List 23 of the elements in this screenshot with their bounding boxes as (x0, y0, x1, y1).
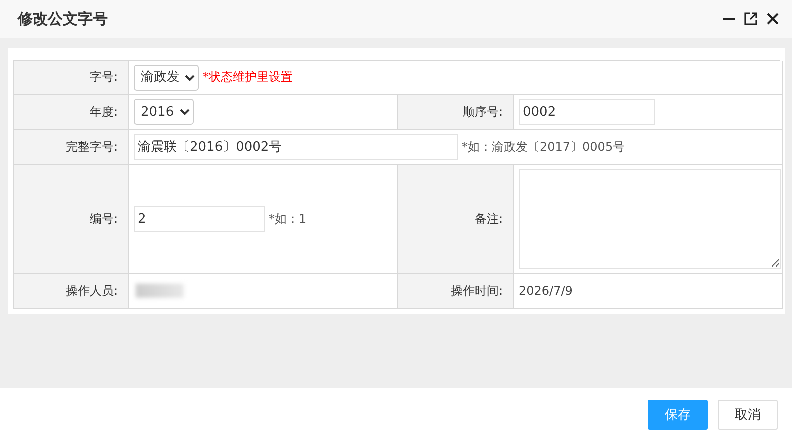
time-value: 2026/7/9 (519, 284, 573, 298)
field-label: 字号: (90, 69, 118, 86)
field-label: 年度: (90, 104, 118, 120)
maximize-icon[interactable] (744, 12, 758, 26)
blurred-name (136, 284, 184, 298)
field-label: 操作人员: (66, 282, 118, 300)
field-label: 编号: (90, 210, 118, 228)
field-label: 操作时间: (450, 282, 503, 300)
hint-text: *如：1 (269, 210, 307, 228)
year-select[interactable]: 2016 (134, 99, 194, 125)
hint-text: *如：渝政发〔2017〕0005号 (462, 138, 626, 156)
hint-text: *状态维护里设置 (203, 69, 293, 86)
cancel-button[interactable]: 取消 (718, 400, 778, 430)
field-label: 完整字号: (66, 138, 118, 156)
field-label: 顺序号: (462, 104, 503, 120)
close-icon[interactable] (766, 12, 780, 26)
remark-field[interactable] (519, 169, 781, 269)
window-title: 修改公文字号 (18, 10, 109, 28)
input-field[interactable]: 0002 (519, 99, 655, 125)
input-field[interactable]: 2 (134, 206, 265, 232)
field-label: 备注: (474, 210, 503, 228)
prefix-select[interactable]: 渝政发 (134, 64, 199, 90)
input-field[interactable]: 渝震联〔2016〕0002号 (134, 134, 458, 160)
